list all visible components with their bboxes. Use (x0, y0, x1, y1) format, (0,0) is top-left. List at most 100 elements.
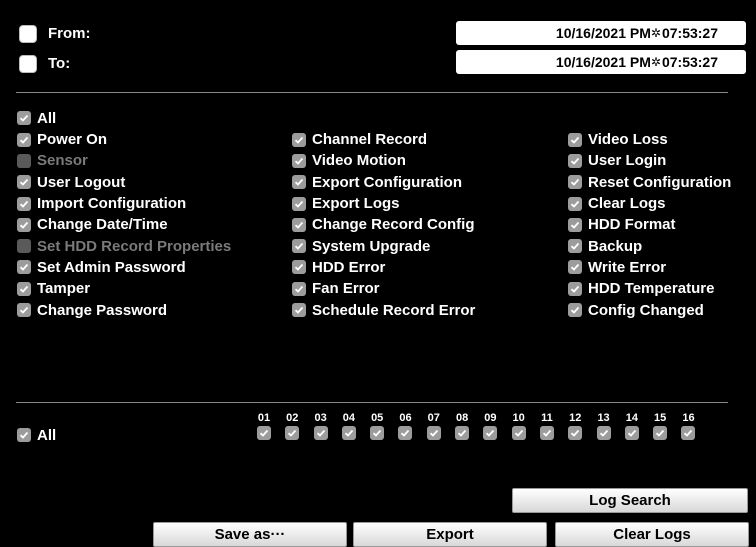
separator-bottom (16, 402, 728, 403)
checkbox-icon (568, 196, 582, 211)
channel-checkbox[interactable]: 06 (395, 412, 415, 440)
event-label: Tamper (37, 280, 91, 298)
to-checkbox[interactable] (19, 55, 37, 73)
event-label: Set Admin Password (37, 258, 186, 276)
channel-checkbox[interactable]: 04 (339, 412, 359, 440)
channel-checkbox[interactable]: 03 (311, 412, 331, 440)
channel-number: 16 (682, 412, 695, 424)
event-checkbox[interactable]: HDD Error (292, 257, 475, 278)
event-checkbox[interactable]: Change Record Config (292, 214, 475, 235)
event-checkbox[interactable]: Change Date/Time (17, 214, 231, 235)
channel-checkbox[interactable]: 05 (367, 412, 387, 440)
event-label: Export Logs (312, 195, 400, 213)
event-label: Import Configuration (37, 195, 187, 213)
event-checkbox[interactable]: User Login (568, 150, 731, 171)
channel-number: 06 (399, 412, 412, 424)
event-checkbox[interactable]: System Upgrade (292, 235, 475, 256)
checkbox-icon (292, 153, 306, 168)
checkbox-icon (426, 426, 441, 440)
from-checkbox[interactable] (19, 25, 37, 43)
channel-checkbox[interactable]: 09 (480, 412, 500, 440)
channel-checkbox[interactable]: 02 (282, 412, 302, 440)
checkbox-icon (292, 260, 306, 275)
channel-checkbox[interactable]: 11 (537, 412, 557, 440)
channel-number: 01 (257, 412, 271, 424)
channel-checkbox[interactable]: 15 (650, 412, 670, 440)
checkbox-icon (624, 426, 639, 440)
checkbox-icon (568, 260, 582, 275)
channel-number: 04 (342, 412, 356, 424)
event-label: Clear Logs (588, 195, 666, 213)
channel-checkbox[interactable]: 12 (565, 412, 585, 440)
event-checkbox[interactable]: Channel Record (292, 129, 475, 150)
checkbox-icon (292, 196, 306, 211)
event-checkbox[interactable]: HDD Format (568, 214, 731, 235)
event-label: Write Error (588, 258, 667, 276)
event-checkbox[interactable]: User Logout (17, 172, 231, 193)
event-label: Fan Error (312, 280, 380, 298)
event-column-1: Power On Sensor User Logout Import Configur… (17, 129, 231, 321)
event-checkbox[interactable]: Export Configuration (292, 172, 475, 193)
event-checkbox[interactable]: HDD Temperature (568, 278, 731, 299)
event-checkbox: Sensor (17, 150, 231, 171)
channel-checkbox[interactable]: 14 (622, 412, 642, 440)
event-label: Channel Record (312, 131, 428, 149)
event-checkbox[interactable]: Set Admin Password (17, 257, 231, 278)
channel-list: 01 02 03 04 05 06 07 08 09 10 11 12 13 14 15 16 (254, 412, 698, 440)
checkbox-icon (17, 175, 31, 190)
event-all-checkbox[interactable]: All (17, 108, 56, 128)
event-checkbox[interactable]: Export Logs (292, 193, 475, 214)
event-label: Change Record Config (312, 216, 475, 234)
log-search-button[interactable]: Log Search (512, 488, 748, 513)
channel-checkbox[interactable]: 08 (452, 412, 472, 440)
event-checkbox[interactable]: Backup (568, 235, 731, 256)
event-checkbox[interactable]: Schedule Record Error (292, 299, 475, 320)
event-checkbox[interactable]: Fan Error (292, 278, 475, 299)
event-checkbox[interactable]: Import Configuration (17, 193, 231, 214)
event-label: Change Password (37, 301, 168, 319)
checkbox-icon (568, 153, 582, 168)
to-datetime-field[interactable]: 10/16/2021 PM ✲ 07:53:27 (456, 50, 746, 74)
event-checkbox[interactable]: Config Changed (568, 299, 731, 320)
checkbox-icon (653, 426, 668, 440)
channel-checkbox[interactable]: 07 (424, 412, 444, 440)
event-checkbox[interactable]: Change Password (17, 299, 231, 320)
event-checkbox[interactable]: Tamper (17, 278, 231, 299)
channel-all-checkbox[interactable]: All (17, 425, 56, 445)
from-label: From: (48, 25, 91, 42)
event-label: User Login (588, 152, 667, 170)
event-label: Video Motion (312, 152, 406, 170)
event-label: Export Configuration (312, 173, 462, 191)
checkbox-icon (17, 428, 31, 442)
channel-checkbox[interactable]: 10 (509, 412, 529, 440)
clear-logs-button[interactable]: Clear Logs (555, 522, 749, 547)
to-date: 10/16/2021 PM (555, 54, 651, 70)
event-checkbox[interactable]: Video Loss (568, 129, 731, 150)
event-checkbox[interactable]: Write Error (568, 257, 731, 278)
event-checkbox[interactable]: Clear Logs (568, 193, 731, 214)
event-checkbox[interactable]: Reset Configuration (568, 172, 731, 193)
export-button[interactable]: Export (353, 522, 547, 547)
from-time: 07:53:27 (661, 25, 718, 41)
event-label: Config Changed (588, 301, 704, 319)
from-datetime-field[interactable]: 10/16/2021 PM ✲ 07:53:27 (456, 21, 746, 45)
event-all-label: All (37, 109, 57, 127)
save-as-button[interactable]: Save as··· (153, 522, 347, 547)
event-label: Reset Configuration (588, 173, 732, 191)
event-checkbox[interactable]: Video Motion (292, 150, 475, 171)
from-date: 10/16/2021 PM (555, 25, 651, 41)
separator-top (16, 92, 728, 93)
channel-number: 09 (484, 412, 497, 424)
channel-checkbox[interactable]: 01 (254, 412, 274, 440)
checkbox-icon (483, 426, 498, 440)
checkbox-icon (17, 111, 31, 125)
channel-number: 12 (569, 412, 582, 424)
event-checkbox[interactable]: Power On (17, 129, 231, 150)
checkbox-icon (285, 426, 300, 440)
checkbox-icon (455, 426, 470, 440)
checkbox-icon (292, 239, 306, 254)
event-column-2: Channel Record Video Motion Export Configu… (292, 129, 475, 321)
channel-checkbox[interactable]: 13 (594, 412, 614, 440)
checkbox-icon (681, 426, 696, 440)
channel-checkbox[interactable]: 16 (678, 412, 698, 440)
